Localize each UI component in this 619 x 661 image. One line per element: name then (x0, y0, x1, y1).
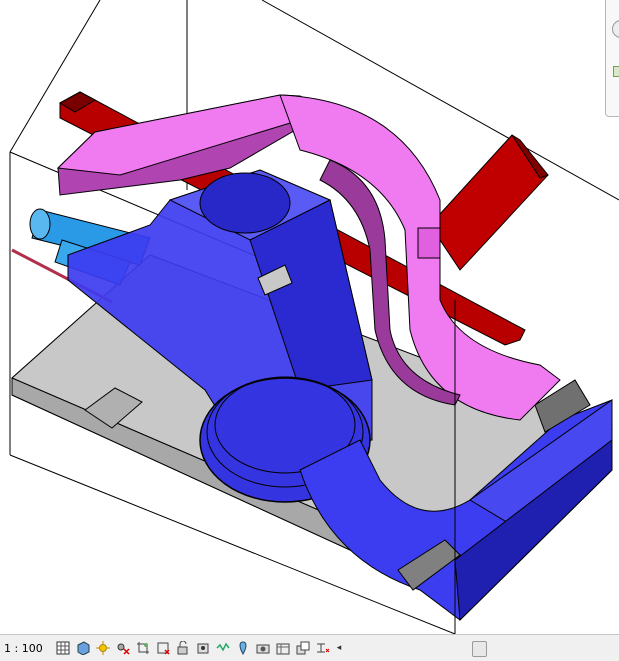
3d-viewport[interactable] (0, 0, 619, 634)
horizontal-scrollbar[interactable] (345, 640, 615, 657)
analytical-model-icon[interactable] (274, 640, 291, 657)
sun-path-icon[interactable] (94, 640, 111, 657)
model-canvas[interactable] (0, 0, 619, 634)
unlock-3d-view-icon[interactable] (174, 640, 191, 657)
viewcube-compass-icon[interactable] (612, 20, 619, 38)
shadows-icon[interactable] (114, 640, 131, 657)
view-control-bar: 1 : 100 ◂ (0, 634, 619, 661)
reveal-constraints-icon[interactable] (314, 640, 331, 657)
viewcube[interactable] (605, 0, 619, 117)
scrollbar-thumb[interactable] (472, 640, 487, 657)
highlight-displacement-icon[interactable] (294, 640, 311, 657)
scroll-left-arrow-icon[interactable]: ◂ (333, 640, 345, 657)
temporary-hide-isolate-icon[interactable] (194, 640, 211, 657)
reveal-hidden-elements-icon[interactable] (214, 640, 231, 657)
viewcube-home-icon[interactable] (613, 66, 619, 77)
visual-style-icon[interactable] (74, 640, 91, 657)
worksharing-display-icon[interactable] (254, 640, 271, 657)
crop-view-icon[interactable] (134, 640, 151, 657)
view-control-tools (54, 640, 331, 657)
detail-level-icon[interactable] (54, 640, 71, 657)
temporary-view-properties-icon[interactable] (234, 640, 251, 657)
view-scale[interactable]: 1 : 100 (0, 642, 54, 655)
show-crop-region-icon[interactable] (154, 640, 171, 657)
